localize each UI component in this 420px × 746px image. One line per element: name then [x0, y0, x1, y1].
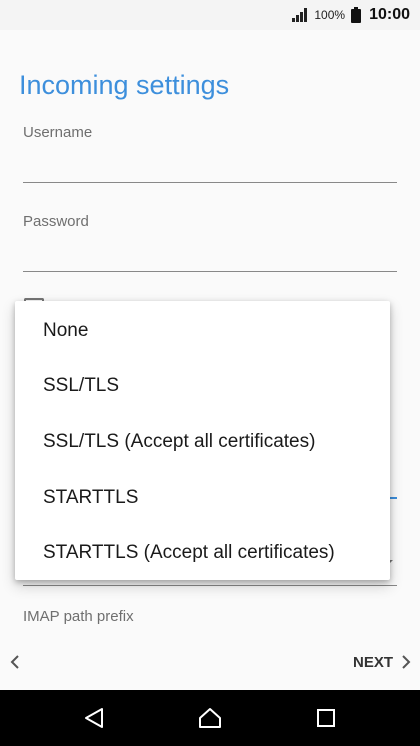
nav-home-button[interactable]	[180, 690, 240, 746]
imap-path-prefix-label: IMAP path prefix	[23, 608, 134, 625]
battery-icon	[351, 7, 362, 23]
username-underline	[23, 182, 397, 183]
username-label: Username	[23, 124, 93, 141]
home-icon	[199, 708, 221, 728]
recents-square-icon	[317, 709, 335, 727]
username-input[interactable]	[23, 148, 397, 182]
battery-percent: 100%	[314, 8, 346, 22]
next-button[interactable]: NEXT	[353, 650, 411, 674]
clock: 10:00	[369, 6, 410, 23]
back-triangle-icon	[85, 708, 103, 728]
menu-item-ssl-tls-accept-all[interactable]: SSL/TLS (Accept all certificates)	[15, 414, 390, 470]
password-input[interactable]	[23, 237, 397, 271]
security-type-underline	[23, 585, 397, 586]
menu-item-starttls[interactable]: STARTTLS	[15, 470, 390, 526]
status-bar: 100% 10:00	[0, 0, 420, 30]
nav-recents-button[interactable]	[296, 690, 356, 746]
menu-item-none[interactable]: None	[15, 303, 390, 359]
chevron-right-icon	[402, 655, 411, 669]
security-type-menu: None SSL/TLS SSL/TLS (Accept all certifi…	[15, 301, 390, 580]
nav-back-button[interactable]	[64, 690, 124, 746]
password-underline	[23, 271, 397, 272]
page-title: Incoming settings	[19, 70, 230, 100]
next-button-label: NEXT	[352, 653, 393, 671]
signal-icon	[292, 8, 308, 22]
chevron-left-icon[interactable]	[9, 655, 21, 669]
menu-item-starttls-accept-all[interactable]: STARTTLS (Accept all certificates)	[15, 525, 390, 581]
system-nav-bar	[0, 690, 420, 746]
password-label: Password	[23, 213, 89, 230]
menu-item-ssl-tls[interactable]: SSL/TLS	[15, 359, 390, 415]
